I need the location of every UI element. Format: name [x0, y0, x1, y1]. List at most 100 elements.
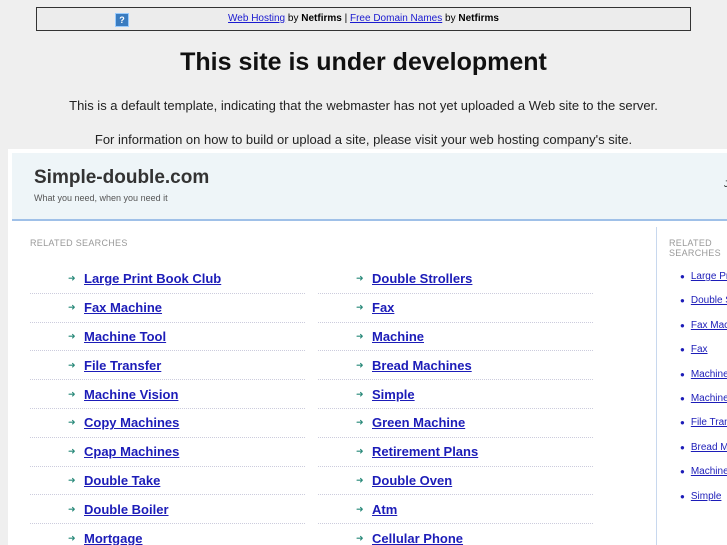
- arrow-icon: ➜: [356, 388, 364, 399]
- list-item: ➜ Retirement Plans: [318, 438, 593, 467]
- web-hosting-link[interactable]: Web Hosting: [228, 13, 285, 24]
- search-link[interactable]: Machine: [372, 329, 424, 344]
- arrow-icon: ➜: [68, 302, 76, 313]
- list-item: ● Machine: [680, 393, 727, 417]
- list-item: ➜ Simple: [318, 380, 593, 409]
- list-item: ➜ Double Take: [30, 467, 305, 496]
- bullet-icon: ●: [680, 418, 685, 428]
- search-link[interactable]: Cellular Phone: [372, 531, 463, 545]
- search-link[interactable]: Bread Machines: [372, 358, 472, 373]
- by-text: by: [442, 13, 459, 24]
- arrow-icon: ➜: [68, 417, 76, 428]
- search-link[interactable]: Large Print Book Club: [691, 271, 727, 282]
- list-item: ➜ Fax: [318, 294, 593, 323]
- arrow-icon: ➜: [356, 417, 364, 428]
- hosting-banner: ? Web Hosting by Netfirms | Free Domain …: [36, 7, 691, 31]
- arrow-icon: ➜: [68, 474, 76, 485]
- arrow-icon: ➜: [356, 503, 364, 514]
- parked-page-frame: Simple-double.com What you need, when yo…: [8, 149, 727, 545]
- search-link[interactable]: Machine Tool: [84, 329, 166, 344]
- search-link[interactable]: Copy Machines: [84, 415, 179, 430]
- list-item: ➜ Bread Machines: [318, 351, 593, 381]
- divider: [656, 227, 657, 545]
- list-item: ➜ Copy Machines: [30, 409, 305, 438]
- list-item: ➜ Cpap Machines: [30, 438, 305, 467]
- search-link[interactable]: Retirement Plans: [372, 444, 478, 459]
- help-icon[interactable]: ?: [115, 13, 129, 27]
- search-link[interactable]: Machine Tool: [691, 369, 727, 380]
- list-item: ➜ Green Machine: [318, 409, 593, 438]
- arrow-icon: ➜: [356, 302, 364, 313]
- list-item: ➜ Machine Tool: [30, 323, 305, 352]
- arrow-icon: ➜: [68, 446, 76, 457]
- search-link[interactable]: Machine: [691, 393, 727, 404]
- bullet-icon: ●: [680, 442, 685, 452]
- search-link[interactable]: File Transfer: [691, 417, 727, 428]
- free-domain-link[interactable]: Free Domain Names: [350, 13, 442, 24]
- list-item: ● Machine Tool: [680, 369, 727, 393]
- list-item: ➜ Atm: [318, 495, 593, 525]
- left-column: ➜ Large Print Book Club ➜ Fax Machine ➜ Machi…: [30, 265, 305, 545]
- arrow-icon: ➜: [68, 359, 76, 370]
- arrow-icon: ➜: [68, 388, 76, 399]
- list-item: ● Fax: [680, 344, 727, 368]
- search-link[interactable]: Mortgage: [84, 531, 143, 545]
- search-link[interactable]: Cpap Machines: [84, 444, 179, 459]
- site-header: Simple-double.com What you need, when yo…: [12, 153, 727, 221]
- brand: Netfirms: [301, 13, 342, 24]
- list-item: ● Bread Machines: [680, 442, 727, 466]
- list-item: ➜ Double Oven: [318, 467, 593, 496]
- by-text: by: [285, 13, 302, 24]
- arrow-icon: ➜: [356, 446, 364, 457]
- search-link[interactable]: Double Boiler: [84, 502, 169, 517]
- list-item: ● Machine Vision: [680, 466, 727, 490]
- search-link[interactable]: Fax Machine: [84, 300, 162, 315]
- search-link[interactable]: Machine Vision: [691, 466, 727, 477]
- search-link[interactable]: Fax: [691, 344, 708, 355]
- side-list: ●Large Print Book Club●Double Strollers●…: [680, 271, 727, 515]
- search-link[interactable]: Bread Machines: [691, 442, 727, 453]
- search-link[interactable]: Double Strollers: [372, 271, 472, 286]
- search-link[interactable]: Green Machine: [372, 415, 465, 430]
- bullet-icon: ●: [680, 296, 685, 306]
- list-item: ➜ Double Boiler: [30, 495, 305, 525]
- arrow-icon: ➜: [356, 359, 364, 370]
- related-searches-label: RELATED SEARCHES: [30, 238, 128, 248]
- search-link[interactable]: Double Take: [84, 473, 160, 488]
- arrow-icon: ➜: [356, 532, 364, 543]
- right-column: ➜ Double Strollers ➜ Fax ➜ Machine ➜ Bread Mach…: [318, 265, 593, 545]
- search-link[interactable]: Double Oven: [372, 473, 452, 488]
- search-link[interactable]: Simple: [372, 387, 415, 402]
- bullet-icon: ●: [680, 272, 685, 281]
- arrow-icon: ➜: [68, 532, 76, 543]
- list-item: ➜ Mortgage: [30, 524, 305, 545]
- search-link[interactable]: Large Print Book Club: [84, 271, 221, 286]
- list-item: ● Fax Machine: [680, 320, 727, 344]
- search-link[interactable]: Machine Vision: [84, 387, 178, 402]
- list-item: ● File Transfer: [680, 417, 727, 441]
- search-link[interactable]: Atm: [372, 502, 397, 517]
- bullet-icon: ●: [680, 345, 685, 355]
- list-item: ● Large Print Book Club: [680, 271, 727, 295]
- search-link[interactable]: Fax Machine: [691, 320, 727, 331]
- bullet-icon: ●: [680, 467, 685, 477]
- site-tagline: What you need, when you need it: [34, 193, 168, 203]
- separator: |: [341, 13, 350, 24]
- arrow-icon: ➜: [356, 330, 364, 341]
- bullet-icon: ●: [680, 491, 685, 501]
- list-item: ➜ Fax Machine: [30, 294, 305, 323]
- site-name: Simple-double.com: [34, 167, 210, 188]
- arrow-icon: ➜: [68, 503, 76, 514]
- bullet-icon: ●: [680, 369, 685, 379]
- arrow-icon: ➜: [68, 330, 76, 341]
- arrow-icon: ➜: [356, 273, 364, 284]
- search-link[interactable]: File Transfer: [84, 358, 161, 373]
- bullet-icon: ●: [680, 320, 685, 330]
- arrow-icon: ➜: [68, 273, 76, 284]
- search-link[interactable]: Simple: [691, 491, 722, 502]
- info-line: This is a default template, indicating t…: [69, 98, 658, 113]
- search-link[interactable]: Fax: [372, 300, 394, 315]
- list-item: ➜ Cellular Phone: [318, 524, 593, 545]
- search-link[interactable]: Double Strollers: [691, 295, 727, 306]
- bullet-icon: ●: [680, 393, 685, 403]
